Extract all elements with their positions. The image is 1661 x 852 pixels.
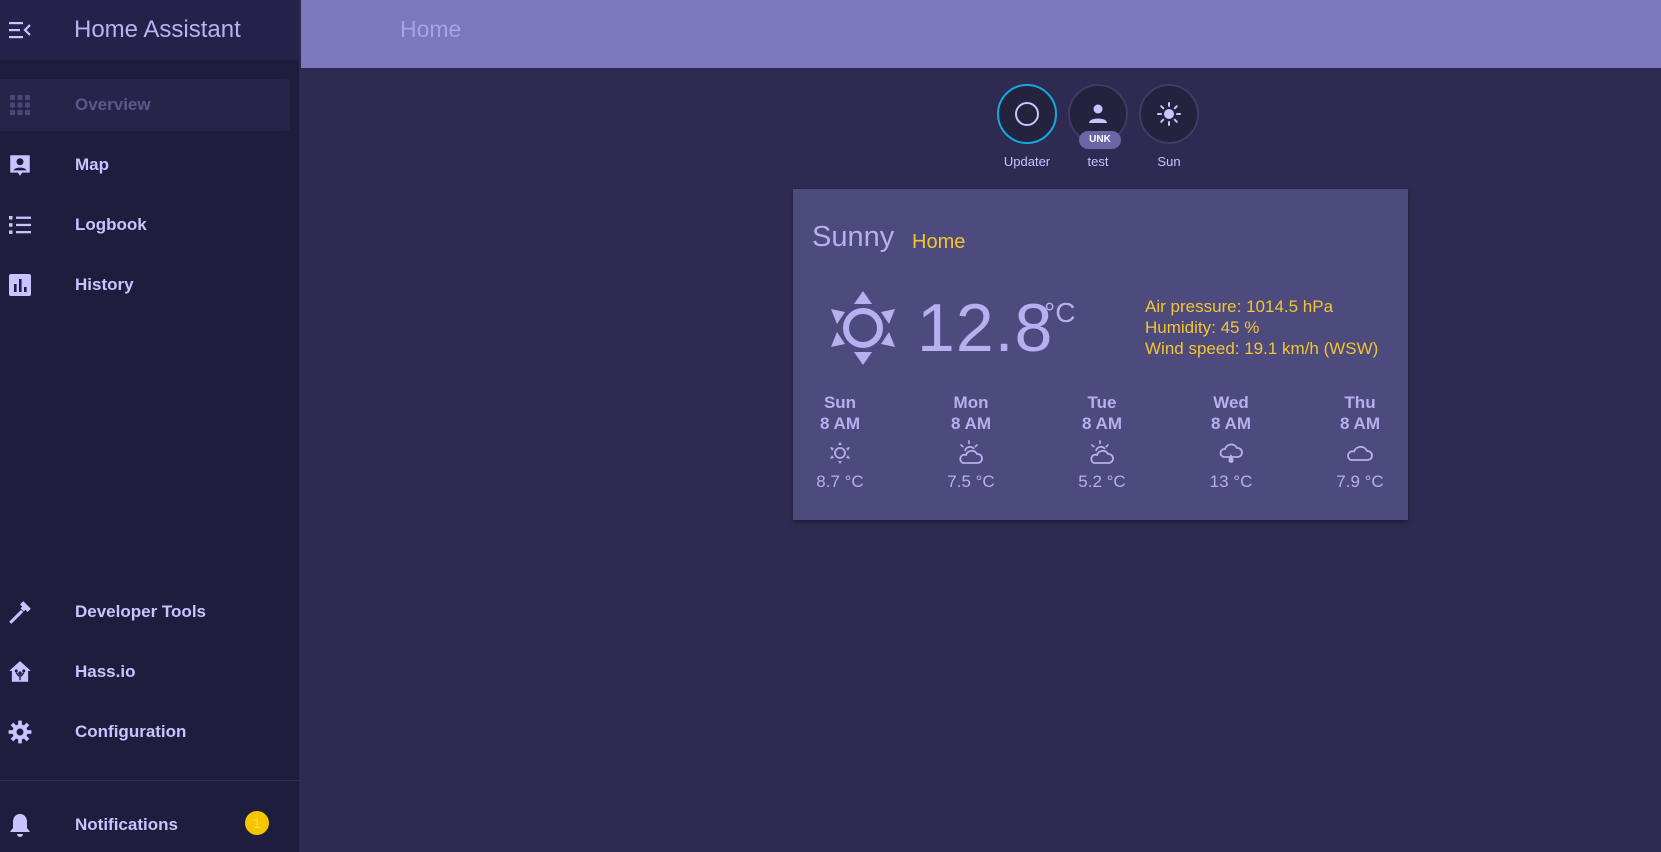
forecast-time: 8 AM	[1211, 414, 1251, 433]
notifications-label: Notifications	[75, 814, 178, 834]
sidebar: Home Assistant Overview Map Logbook Hist…	[0, 0, 300, 852]
badge-updater[interactable]: Updater	[997, 84, 1057, 176]
bell-icon	[6, 811, 34, 839]
home-assistant-icon	[6, 658, 34, 686]
weather-forecast: Sun 8 AM 8.7 °C Mon 8 AM 7.5 °C Tue 8 AM…	[793, 392, 1408, 502]
forecast-temp: 8.7 °C	[816, 472, 864, 491]
forecast-temp: 7.5 °C	[947, 472, 995, 491]
badge-sun[interactable]: Sun	[1139, 84, 1199, 176]
account-box-icon	[6, 151, 34, 179]
sidebar-item-map[interactable]: Map	[0, 139, 290, 191]
sidebar-bottom-nav: Developer Tools Hass.io Configuration	[0, 586, 300, 766]
app-title: Home Assistant	[74, 16, 241, 43]
weather-temperature-unit: °C	[1044, 297, 1076, 328]
sun-icon	[1157, 102, 1181, 126]
menu-collapse-icon	[9, 22, 31, 39]
badge-circle	[997, 84, 1057, 144]
sidebar-nav: Overview Map Logbook History	[0, 79, 300, 319]
wind-speed: Wind speed: 19.1 km/h (WSW)	[1145, 339, 1379, 358]
sidebar-item-notifications[interactable]: Notifications 1	[0, 797, 300, 852]
badges-row: Updater UNK test Sun	[997, 84, 1207, 176]
cog-icon	[6, 718, 34, 746]
badge-circle: UNK	[1068, 84, 1128, 149]
sidebar-item-hassio[interactable]: Hass.io	[0, 646, 290, 698]
sunny-icon	[831, 291, 895, 365]
badge-test[interactable]: UNK test	[1068, 84, 1128, 176]
forecast-item: Sun 8 AM 8.7 °C	[800, 392, 880, 492]
badge-circle	[1139, 84, 1199, 144]
format-list-bulleted-icon	[6, 211, 34, 239]
sidebar-item-label: Developer Tools	[75, 602, 206, 621]
forecast-day: Wed	[1213, 393, 1249, 412]
forecast-item: Tue 8 AM 5.2 °C	[1062, 392, 1142, 492]
sunny-icon	[800, 434, 880, 472]
weather-card[interactable]: Sunny Home 12.8 °C Air pressure: 1014.5 …	[793, 189, 1408, 520]
cloudy-icon	[1320, 434, 1400, 472]
sidebar-item-history[interactable]: History	[0, 259, 290, 311]
forecast-time: 8 AM	[820, 414, 860, 433]
rainy-icon	[1191, 434, 1271, 472]
badge-label: Updater	[1003, 154, 1051, 169]
notifications-count-badge: 1	[245, 811, 269, 835]
circle-outline-icon	[1015, 102, 1039, 126]
weather-temperature: 12.8	[917, 290, 1054, 366]
sidebar-item-label: Hass.io	[75, 662, 136, 681]
partly-cloudy-icon	[1062, 434, 1142, 472]
forecast-item: Mon 8 AM 7.5 °C	[931, 392, 1011, 492]
badge-state-label: UNK	[1079, 131, 1121, 149]
badge-label: test	[1087, 154, 1109, 169]
person-icon	[1089, 104, 1107, 123]
partly-cloudy-icon	[931, 434, 1011, 472]
forecast-temp: 13 °C	[1209, 472, 1253, 491]
forecast-temp: 7.9 °C	[1336, 472, 1384, 491]
weather-entity-name: Home	[912, 231, 966, 253]
sidebar-item-overview[interactable]: Overview	[0, 79, 290, 131]
air-pressure: Air pressure: 1014.5 hPa	[1145, 297, 1334, 316]
sidebar-item-label: Overview	[75, 95, 151, 114]
badge-label: Sun	[1157, 154, 1181, 169]
forecast-day: Tue	[1087, 393, 1117, 412]
sidebar-item-label: History	[75, 275, 134, 294]
sidebar-item-label: Configuration	[75, 722, 187, 741]
forecast-item: Thu 8 AM 7.9 °C	[1320, 392, 1400, 492]
app-root: Home Assistant Overview Map Logbook Hist…	[0, 0, 1661, 852]
sidebar-item-label: Logbook	[75, 215, 147, 234]
view-dashboard-icon	[6, 91, 34, 119]
forecast-time: 8 AM	[1082, 414, 1122, 433]
forecast-day: Thu	[1344, 393, 1376, 412]
page-title: Home	[400, 16, 462, 42]
forecast-item: Wed 8 AM 13 °C	[1191, 392, 1271, 492]
humidity: Humidity: 45 %	[1145, 318, 1260, 337]
hammer-icon	[6, 598, 34, 626]
chart-box-icon	[6, 271, 34, 299]
menu-toggle-button[interactable]	[0, 10, 40, 50]
sidebar-divider	[0, 780, 300, 781]
sidebar-item-label: Map	[75, 155, 109, 174]
sidebar-item-configuration[interactable]: Configuration	[0, 706, 290, 758]
weather-state: Sunny	[812, 221, 895, 253]
forecast-day: Sun	[823, 393, 857, 412]
forecast-time: 8 AM	[951, 414, 991, 433]
forecast-temp: 5.2 °C	[1078, 472, 1126, 491]
sidebar-header: Home Assistant	[0, 0, 299, 60]
sidebar-item-logbook[interactable]: Logbook	[0, 199, 290, 251]
weather-attributes: Air pressure: 1014.5 hPa Humidity: 45 % …	[1145, 296, 1378, 359]
forecast-time: 8 AM	[1340, 414, 1380, 433]
top-app-bar: Home	[301, 0, 1661, 68]
forecast-day: Mon	[953, 393, 989, 412]
sidebar-item-developer-tools[interactable]: Developer Tools	[0, 586, 290, 638]
